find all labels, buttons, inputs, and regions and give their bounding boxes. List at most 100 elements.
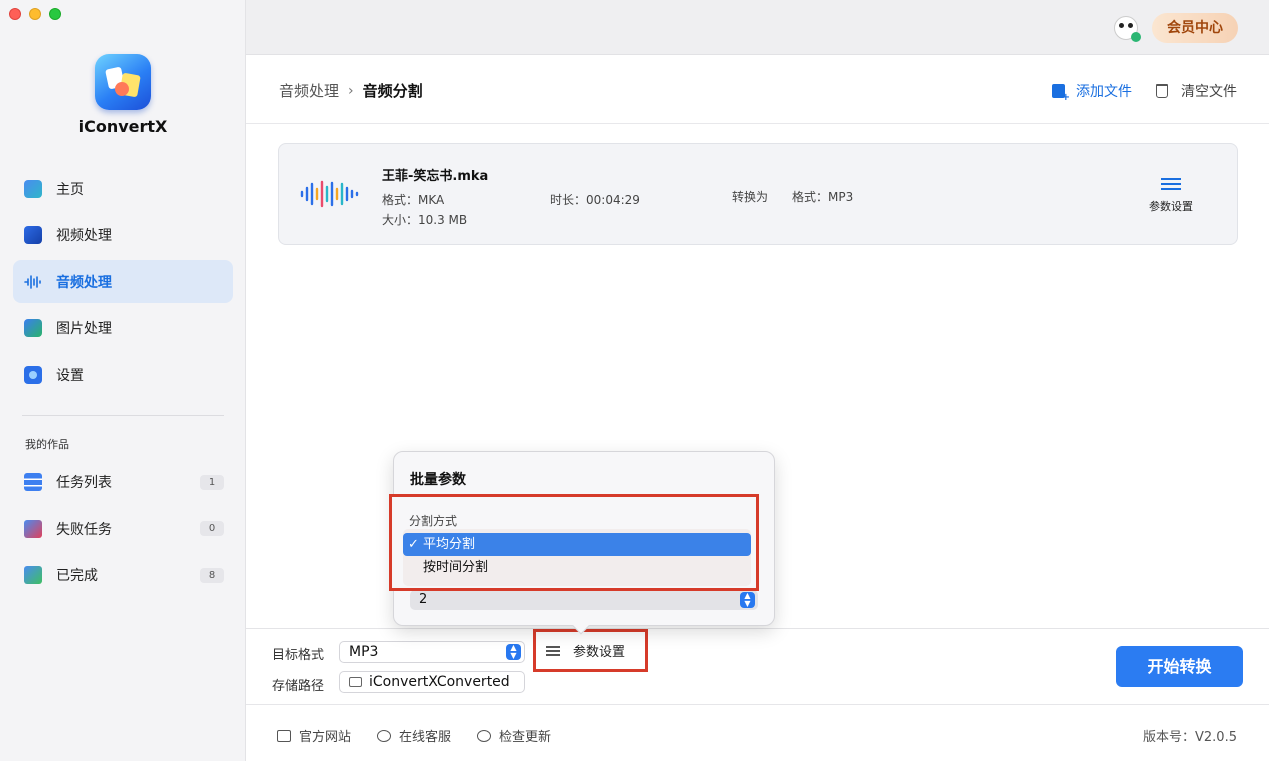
- count-badge: 0: [200, 521, 224, 537]
- refresh-icon: [477, 729, 492, 742]
- sliders-icon: [1161, 176, 1181, 192]
- sidebar-item-label: 图片处理: [56, 321, 112, 337]
- app-name: iConvertX: [78, 117, 168, 136]
- save-path-label: 存储路径: [272, 679, 325, 694]
- footer-links: 官方网站 在线客服 检查更新: [277, 726, 577, 745]
- audio-waveform-icon: [300, 180, 359, 208]
- online-support-link[interactable]: 在线客服: [377, 726, 451, 745]
- headset-icon: [377, 729, 392, 742]
- sidebar-item-task-list[interactable]: 任务列表 1: [13, 459, 233, 506]
- sidebar-item-video[interactable]: 视频处理: [13, 214, 233, 257]
- folder-icon: [349, 677, 362, 687]
- split-option-by-time[interactable]: 按时间分割: [403, 556, 751, 579]
- segment-count-select[interactable]: 2 ▲ ▼: [410, 590, 758, 610]
- file-settings-button[interactable]: 参数设置: [1149, 176, 1193, 214]
- count-badge: 1: [200, 474, 224, 490]
- sidebar-item-audio[interactable]: 音频处理: [13, 260, 233, 303]
- option-label: 平均分割: [423, 537, 476, 552]
- task-list-icon: [24, 473, 42, 492]
- start-convert-button[interactable]: 开始转换: [1116, 646, 1243, 687]
- failed-task-icon: [24, 519, 42, 538]
- app-logo: [95, 54, 151, 110]
- header-actions: 添加文件 清空文件: [1052, 81, 1237, 103]
- add-file-button[interactable]: 添加文件: [1052, 81, 1132, 103]
- sidebar-item-image[interactable]: 图片处理: [13, 307, 233, 350]
- clear-files-button[interactable]: 清空文件: [1156, 81, 1237, 101]
- my-works-heading: 我的作品: [25, 438, 69, 451]
- file-format: 格式：MKA: [382, 193, 445, 207]
- maximize-window-button[interactable]: [49, 8, 61, 20]
- video-icon: [24, 226, 42, 244]
- book-icon: [277, 729, 291, 742]
- target-format-value: 格式：MP3: [792, 190, 854, 204]
- check-update-link[interactable]: 检查更新: [477, 726, 551, 745]
- target-format-select[interactable]: MP3 ▲ ▼: [339, 641, 525, 663]
- save-path-value: iConvertXConverted: [369, 674, 510, 690]
- split-mode-label: 分割方式: [409, 514, 458, 528]
- sidebar-item-label: 失败任务: [56, 521, 112, 538]
- official-website-label: 官方网站: [299, 730, 352, 745]
- top-bar: 会员中心: [246, 0, 1269, 55]
- gear-icon: [24, 365, 42, 384]
- window-controls: [9, 8, 61, 20]
- footer: 官方网站 在线客服 检查更新 版本号：V2.0.5: [246, 704, 1269, 761]
- sidebar: iConvertX 主页 视频处理 音频处理 图片处理 设置 我的作品 任务列表…: [0, 0, 246, 761]
- breadcrumb-parent[interactable]: 音频处理: [279, 80, 339, 101]
- checkmark-icon: ✓: [408, 537, 419, 552]
- works-list: 任务列表 1 失败任务 0 已完成 8: [13, 459, 233, 599]
- online-support-label: 在线客服: [399, 730, 452, 745]
- page-title: 音频分割: [362, 82, 423, 100]
- sidebar-item-label: 设置: [56, 367, 84, 384]
- sidebar-item-failed-tasks[interactable]: 失败任务 0: [13, 506, 233, 553]
- convert-to-label: 转换为: [732, 190, 769, 204]
- select-arrows-icon: ▲ ▼: [506, 644, 521, 660]
- breadcrumb-separator: ›: [348, 82, 354, 99]
- file-size: 大小：10.3 MB: [382, 213, 468, 227]
- app-window: iConvertX 主页 视频处理 音频处理 图片处理 设置 我的作品 任务列表…: [0, 0, 1269, 761]
- split-mode-highlight: 分割方式 ✓ 平均分割 按时间分割: [389, 494, 759, 591]
- file-card: 王菲-笑忘书.mka 格式：MKA 大小：10.3 MB 时长：00:04:29…: [278, 143, 1238, 245]
- sidebar-item-completed[interactable]: 已完成 8: [13, 552, 233, 599]
- sidebar-item-home[interactable]: 主页: [13, 167, 233, 210]
- save-path-field[interactable]: iConvertXConverted: [339, 671, 525, 693]
- file-duration: 时长：00:04:29: [550, 193, 640, 207]
- official-website-link[interactable]: 官方网站: [277, 726, 351, 745]
- completed-icon: [24, 566, 42, 585]
- page-header: 音频处理 › 音频分割 添加文件 清空文件: [246, 56, 1269, 124]
- file-name: 王菲-笑忘书.mka: [382, 169, 489, 184]
- segment-count-value: 2: [419, 592, 428, 607]
- sidebar-item-settings[interactable]: 设置: [13, 353, 233, 396]
- count-badge: 8: [200, 567, 224, 583]
- bottom-panel: 目标格式 MP3 ▲ ▼ 存储路径 iConvertXConverted 参数设置…: [246, 628, 1269, 704]
- close-window-button[interactable]: [9, 8, 21, 20]
- sidebar-nav: 主页 视频处理 音频处理 图片处理 设置: [13, 167, 233, 400]
- sidebar-item-label: 已完成: [56, 568, 98, 585]
- sidebar-item-label: 主页: [56, 181, 84, 198]
- version-label: 版本号：V2.0.5: [1143, 730, 1237, 745]
- minimize-window-button[interactable]: [29, 8, 41, 20]
- image-icon: [24, 319, 42, 337]
- sidebar-divider: [22, 415, 224, 416]
- breadcrumb: 音频处理 › 音频分割: [279, 80, 423, 101]
- option-label: 按时间分割: [423, 560, 489, 575]
- vip-center-button[interactable]: 会员中心: [1152, 13, 1238, 43]
- sidebar-item-label: 任务列表: [56, 475, 112, 492]
- trash-icon: [1156, 84, 1168, 98]
- target-format-label: 目标格式: [272, 648, 325, 663]
- split-option-even[interactable]: ✓ 平均分割: [403, 533, 751, 556]
- sidebar-item-label: 视频处理: [56, 228, 112, 244]
- add-file-icon: [1052, 84, 1070, 103]
- check-update-label: 检查更新: [499, 730, 552, 745]
- clear-files-label: 清空文件: [1181, 84, 1237, 100]
- home-icon: [24, 179, 42, 198]
- sliders-icon: [546, 645, 560, 656]
- audio-wave-icon: [24, 273, 42, 291]
- user-avatar[interactable]: [1114, 16, 1141, 42]
- add-file-label: 添加文件: [1076, 84, 1132, 100]
- file-settings-label: 参数设置: [1149, 200, 1193, 213]
- param-settings-button[interactable]: 参数设置: [533, 629, 648, 672]
- param-settings-label: 参数设置: [573, 645, 626, 660]
- sidebar-item-label: 音频处理: [56, 274, 112, 291]
- target-format-selected: MP3: [349, 644, 379, 660]
- split-mode-dropdown: ✓ 平均分割 按时间分割: [403, 529, 751, 586]
